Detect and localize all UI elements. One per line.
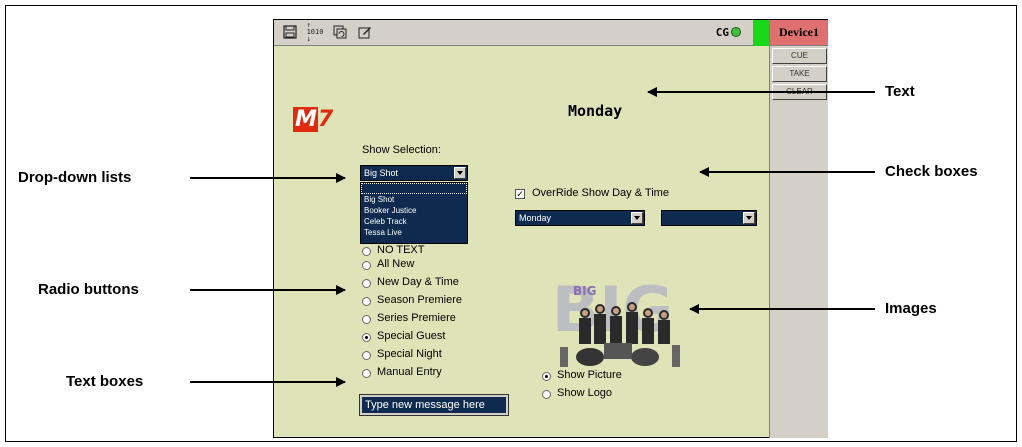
- annotation-check-boxes: Check boxes: [885, 163, 978, 180]
- annotation-images: Images: [885, 300, 937, 317]
- annotation-arrows: [190, 87, 875, 387]
- annotation-dropdown-lists: Drop-down lists: [18, 169, 132, 186]
- annotation-radio-buttons: Radio buttons: [38, 281, 139, 298]
- annotation-text-boxes: Text boxes: [66, 373, 144, 390]
- annotation-text: Text: [885, 83, 915, 100]
